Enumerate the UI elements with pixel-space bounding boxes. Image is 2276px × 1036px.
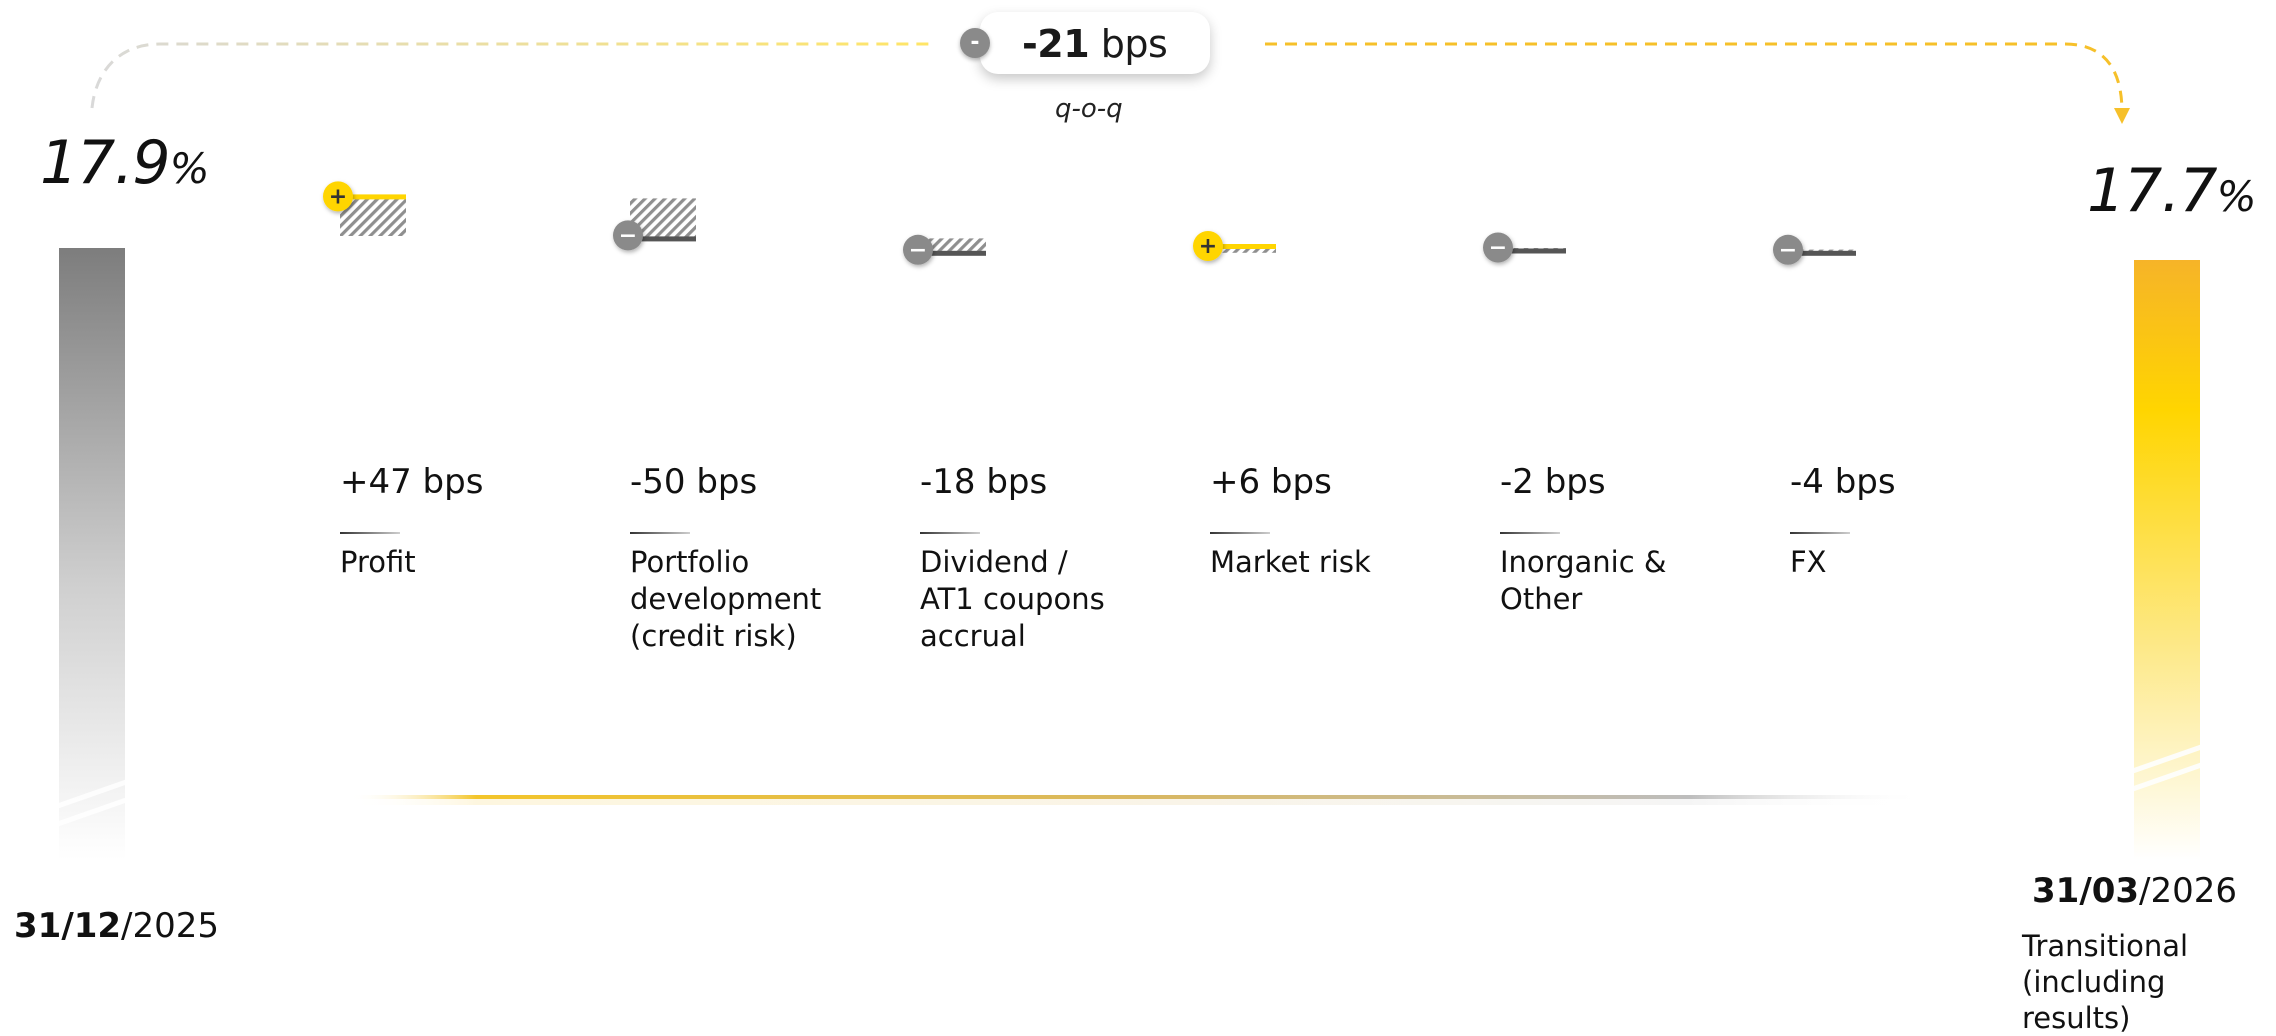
end-note-line2: (including results) xyxy=(2022,965,2166,1035)
step-category-line: Dividend / xyxy=(920,545,1068,579)
change-summary-pill: - -21 bps xyxy=(960,12,1210,74)
step-value-label: -18 bps xyxy=(920,462,1048,502)
waterfall-step: +47 bps Profit xyxy=(340,462,580,581)
step-category-line: Other xyxy=(1500,582,1583,616)
start-value-label: 17.9% xyxy=(40,128,210,198)
waterfall-step: +6 bps Market risk xyxy=(1210,462,1450,581)
change-summary: -21 bps xyxy=(1022,22,1168,66)
change-arc-left xyxy=(90,42,930,109)
start-unit: % xyxy=(169,144,210,193)
step-category-label: FX xyxy=(1790,544,2030,581)
end-note-line1: Transitional xyxy=(2022,929,2189,963)
waterfall-step: -2 bps Inorganic & Other xyxy=(1500,462,1740,618)
step-category-label: Market risk xyxy=(1210,544,1450,581)
step-category-line: development xyxy=(630,582,822,616)
step-value-label: -4 bps xyxy=(1790,462,1896,502)
step-value-label: +47 bps xyxy=(340,462,484,502)
end-date: 31/03/2026 xyxy=(2032,871,2237,911)
step-category-line: Inorganic & xyxy=(1500,545,1667,579)
start-date-rest: /2025 xyxy=(121,906,220,946)
start-bar xyxy=(59,248,125,860)
step-category-label: Dividend / AT1 coupons accrual xyxy=(920,544,1160,655)
step-category-line: Profit xyxy=(340,545,416,579)
change-arc-right xyxy=(1265,42,2124,113)
step-divider xyxy=(1210,532,1270,534)
plus-sign: + xyxy=(329,184,347,209)
end-date-rest: /2026 xyxy=(2139,871,2238,911)
step-category-label: Profit xyxy=(340,544,580,581)
step-category-line: accrual xyxy=(920,619,1026,653)
chart-baseline xyxy=(350,795,1925,799)
start-value: 17.9 xyxy=(40,128,171,198)
change-arc-arrowhead xyxy=(2114,108,2130,124)
waterfall-step: -50 bps Portfolio development (credit risk) xyxy=(630,462,870,655)
step-divider xyxy=(340,532,400,534)
step-divider xyxy=(1500,532,1560,534)
change-sign: - xyxy=(970,30,980,55)
step-category-line: Portfolio xyxy=(630,545,750,579)
step-value-label: -50 bps xyxy=(630,462,758,502)
plus-sign: + xyxy=(1199,234,1217,259)
end-value-label: 17.7% xyxy=(2087,156,2257,226)
step-category-line: FX xyxy=(1790,545,1827,579)
step-category-label: Inorganic & Other xyxy=(1500,544,1740,618)
end-date-bold: 31/03 xyxy=(2032,871,2140,911)
waterfall-step: -4 bps FX xyxy=(1790,462,2030,581)
step-category-line: Market risk xyxy=(1210,545,1371,579)
start-date-bold: 31/12 xyxy=(14,906,122,946)
minus-sign: − xyxy=(619,223,637,248)
end-note: Transitional (including results) xyxy=(2022,928,2276,1036)
step-divider xyxy=(630,532,690,534)
step-divider xyxy=(1790,532,1850,534)
step-category-line: AT1 coupons xyxy=(920,582,1105,616)
start-date: 31/12/2025 xyxy=(14,906,219,946)
chart-baseline-shadow xyxy=(350,799,1925,805)
minus-sign: − xyxy=(1489,236,1507,261)
step-divider xyxy=(920,532,980,534)
change-period: q-o-q xyxy=(1055,94,1123,124)
step-category-line: (credit risk) xyxy=(630,619,797,653)
step-value-label: +6 bps xyxy=(1210,462,1332,502)
step-category-label: Portfolio development (credit risk) xyxy=(630,544,870,655)
minus-sign: − xyxy=(909,238,927,263)
end-unit: % xyxy=(2216,172,2257,221)
negative-badge-icon: - xyxy=(960,28,990,58)
end-value: 17.7 xyxy=(2087,156,2218,226)
change-unit: bps xyxy=(1100,22,1168,66)
minus-sign: − xyxy=(1779,238,1797,263)
step-value-label: -2 bps xyxy=(1500,462,1606,502)
waterfall-step: -18 bps Dividend / AT1 coupons accrual xyxy=(920,462,1160,655)
change-value: -21 xyxy=(1022,22,1090,66)
